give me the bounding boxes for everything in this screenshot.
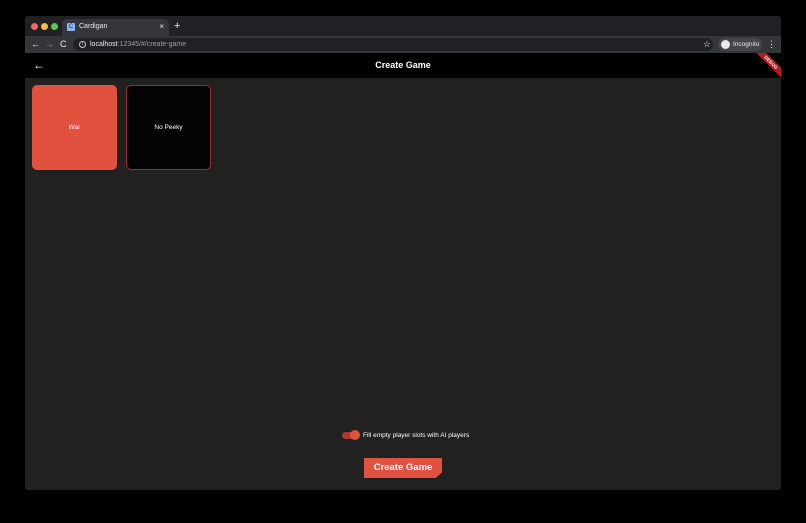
create-game-button[interactable]: Create Game xyxy=(364,458,442,478)
maximize-window-button[interactable] xyxy=(51,23,58,30)
url-text: localhost:12345/#/create-game xyxy=(90,39,186,50)
url-host: localhost xyxy=(90,41,118,48)
browser-toolbar: ← → C i localhost:12345/#/create-game ☆ … xyxy=(25,36,781,53)
close-window-button[interactable] xyxy=(31,23,38,30)
tab-title: Cardigan xyxy=(79,23,108,30)
minimize-window-button[interactable] xyxy=(41,23,48,30)
incognito-label: Incognito xyxy=(733,41,760,48)
game-card-war[interactable]: War xyxy=(32,85,117,170)
site-info-icon[interactable]: i xyxy=(79,41,86,48)
fill-ai-toggle-label: Fill empty player slots with AI players xyxy=(363,432,470,439)
url-path: :12345/#/create-game xyxy=(117,41,187,48)
page-title: Create Game xyxy=(375,60,431,70)
toggle-thumb[interactable] xyxy=(350,430,360,440)
favicon-icon: C xyxy=(67,23,75,31)
browser-window: C Cardigan × + ← → C i localhost:12345/#… xyxy=(25,16,781,490)
game-card-no-peeky[interactable]: No Peeky xyxy=(126,85,211,170)
address-bar[interactable]: i localhost:12345/#/create-game xyxy=(73,38,713,51)
browser-forward-icon[interactable]: → xyxy=(45,38,54,50)
create-game-button-label: Create Game xyxy=(373,462,433,473)
reload-icon[interactable]: C xyxy=(60,38,67,50)
new-tab-icon[interactable]: + xyxy=(174,20,180,32)
incognito-badge[interactable]: Incognito xyxy=(718,38,762,51)
tab-bar: C Cardigan × + xyxy=(25,16,781,36)
close-tab-icon[interactable]: × xyxy=(159,22,164,32)
bookmark-star-icon[interactable]: ☆ xyxy=(703,38,711,50)
browser-tab[interactable]: C Cardigan × xyxy=(62,19,169,36)
app-viewport: ← Create Game DEBUG War No Peeky Fill em… xyxy=(25,53,781,490)
app-bar: ← Create Game DEBUG xyxy=(25,53,781,83)
browser-back-icon[interactable]: ← xyxy=(31,38,40,50)
game-card-label: War xyxy=(68,123,81,131)
game-card-label: No Peeky xyxy=(154,123,183,131)
browser-menu-icon[interactable]: ⋮ xyxy=(767,38,776,50)
incognito-icon xyxy=(721,40,730,49)
